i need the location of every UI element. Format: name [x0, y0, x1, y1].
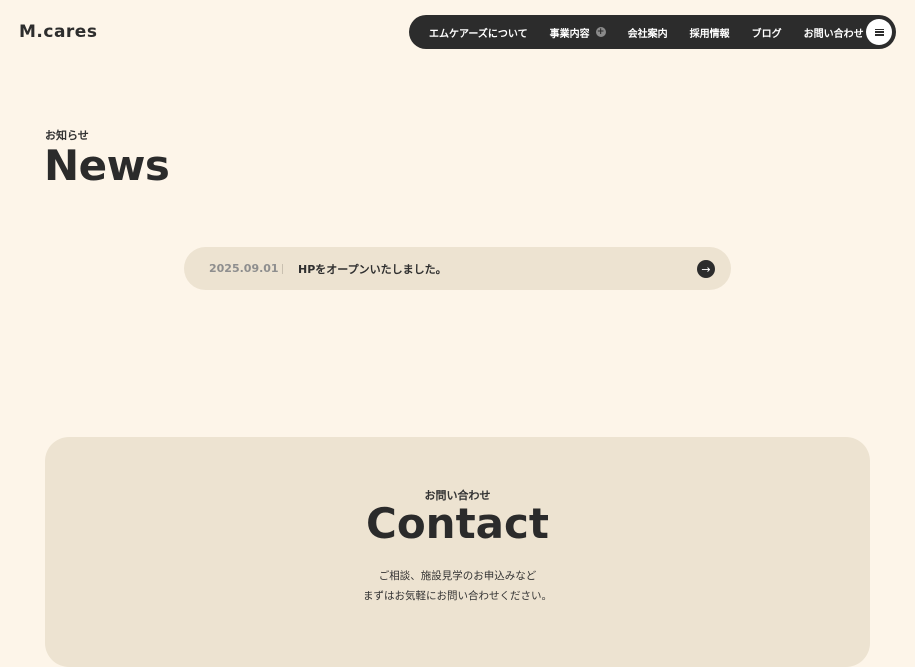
global-nav: エムケアーズについて 事業内容 + 会社案内 採用情報 ブログ お問い合わせ: [409, 15, 896, 49]
news-title: News: [44, 141, 170, 190]
nav-item-label: ブログ: [751, 28, 782, 40]
site-logo[interactable]: M.cares: [19, 22, 97, 42]
nav-item-label: エムケアーズについて: [429, 28, 528, 40]
news-headline: HPをオープンいたしました。: [298, 262, 447, 276]
nav-item-label: 事業内容: [549, 28, 590, 40]
menu-button[interactable]: [866, 19, 892, 45]
divider: [282, 263, 283, 274]
nav-item-label: お問い合わせ: [803, 28, 864, 40]
contact-description-line2: まずはお気軽にお問い合わせください。: [363, 590, 552, 602]
news-date: 2025.09.01: [209, 262, 279, 275]
nav-item-contact[interactable]: お問い合わせ: [804, 25, 864, 40]
nav-item-company[interactable]: 会社案内: [628, 25, 668, 40]
contact-section: お問い合わせ Contact ご相談、施設見学のお申込みなど まずはお気軽にお問…: [45, 437, 870, 667]
nav-item-services[interactable]: 事業内容 +: [550, 25, 606, 40]
nav-item-recruit[interactable]: 採用情報: [690, 25, 730, 40]
news-list-item[interactable]: 2025.09.01 HPをオープンいたしました。 →: [184, 247, 731, 290]
plus-icon: +: [595, 27, 606, 37]
nav-item-about[interactable]: エムケアーズについて: [429, 25, 528, 40]
nav-item-label: 採用情報: [689, 28, 730, 40]
hamburger-icon: [874, 28, 884, 36]
contact-title: Contact: [366, 499, 549, 548]
nav-item-label: 会社案内: [627, 28, 668, 40]
arrow-right-icon[interactable]: →: [697, 260, 715, 278]
contact-description-line1: ご相談、施設見学のお申込みなど: [378, 570, 537, 582]
nav-item-blog[interactable]: ブログ: [752, 25, 782, 40]
